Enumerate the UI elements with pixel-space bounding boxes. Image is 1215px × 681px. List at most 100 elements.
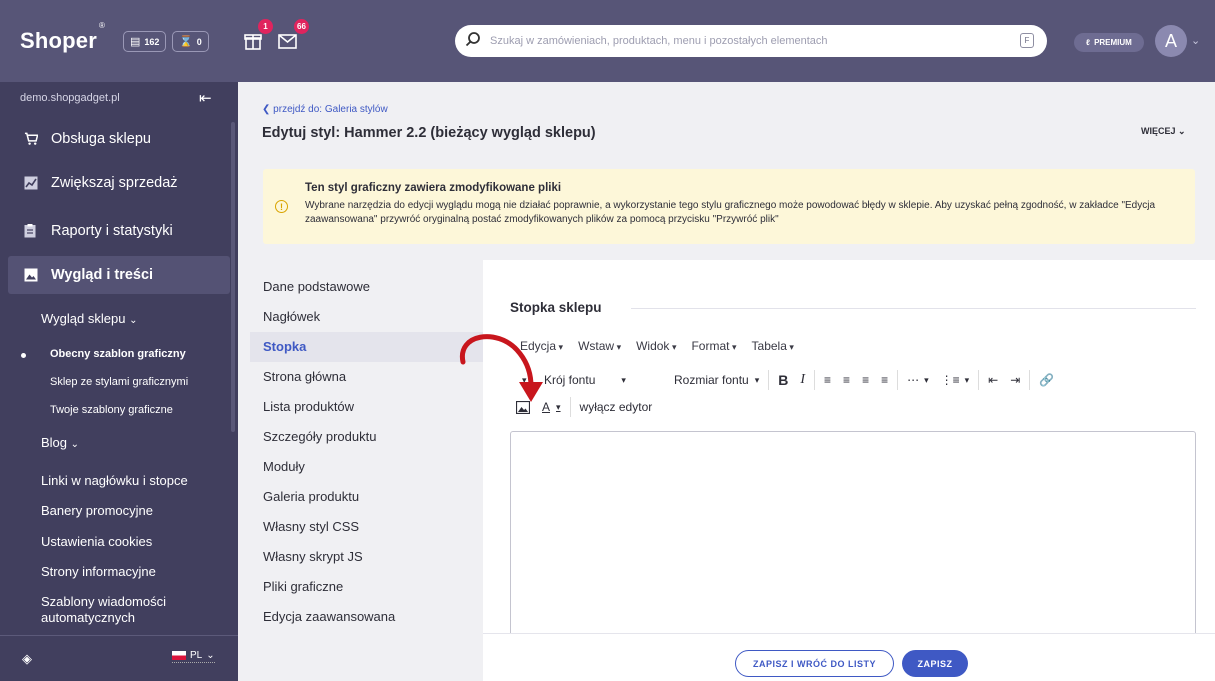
premium-badge[interactable]: ℓ PREMIUM [1074,33,1144,52]
editor-toolbar-row-2: A wyłącz edytor [510,396,658,418]
back-link[interactable]: ❮ przejdź do: Galeria stylów [262,104,388,115]
search-shortcut-key: F [1020,33,1034,48]
style-nav-pliki-graficzne[interactable]: Pliki graficzne [250,572,483,602]
current-indicator-dot [21,353,26,358]
mail-badge: 66 [294,19,309,34]
chart-icon [24,176,38,190]
layers-icon[interactable]: ◈ [22,651,32,667]
sidebar-item-raporty[interactable]: Raporty i statystyki [0,212,230,250]
sidebar-sub-linki[interactable]: Linki w nagłówku i stopce [41,473,188,488]
warning-text: Wybrane narzędzia do edycji wyglądu mogą… [305,200,1156,225]
style-nav-strona-glowna[interactable]: Strona główna [250,362,483,392]
hourglass-icon: ⌛ [179,36,193,48]
menu-edycja[interactable]: Edycja [520,339,563,353]
style-nav-galeria-produktu[interactable]: Galeria produktu [250,482,483,512]
align-left-icon[interactable]: ≡ [818,369,837,391]
bullet-list-icon[interactable]: ⋯ ▾ [901,369,935,391]
sidebar-sub-banery[interactable]: Banery promocyjne [41,503,153,518]
search-icon [465,32,480,47]
chevron-down-icon: ⌄ [1178,126,1186,136]
sidebar-item-wyglad-i-tresci[interactable]: Wygląd i treści [8,256,230,294]
top-bar: Shoper® ▤ 162 ⌛ 0 1 66 F ℓ PREMIUM A ⌄ [0,0,1215,82]
font-family-dropdown[interactable]: Krój fontu ▾ [538,369,668,391]
gift-badge: 1 [258,19,273,34]
menu-widok[interactable]: Widok [636,339,676,353]
pending-counter[interactable]: ⌛ 0 [172,31,209,52]
warning-title: Ten styl graficzny zawiera zmodyfikowane… [305,182,562,194]
page-title: Edytuj styl: Hammer 2.2 (bieżący wygląd … [262,125,596,141]
shoper-logo[interactable]: Shoper® [20,21,105,54]
style-nav: Dane podstawowe Nagłówek Stopka Strona g… [250,272,483,632]
sidebar-sub-cookies[interactable]: Ustawienia cookies [41,534,152,549]
align-right-icon[interactable]: ≡ [856,369,875,391]
sidebar-sub-szablony-wiadomosci[interactable]: Szablony wiadomości automatycznych [41,594,166,626]
align-justify-icon[interactable]: ≡ [875,369,894,391]
sidebar-scrollbar[interactable] [231,122,235,432]
align-center-icon[interactable]: ≡ [837,369,856,391]
style-nav-dane-podstawowe[interactable]: Dane podstawowe [250,272,483,302]
sidebar-item-zwiekszaj-sprzedaz[interactable]: Zwiększaj sprzedaż [0,164,230,202]
avatar[interactable]: A [1155,25,1187,57]
global-search[interactable]: F [455,25,1047,57]
warning-icon: ! [275,200,288,213]
premium-icon: ℓ [1086,38,1091,47]
report-icon [24,224,38,238]
chevron-down-icon: ⌄ [70,439,80,450]
sidebar-sub-twoje-szablony[interactable]: Twoje szablony graficzne [50,404,173,416]
collapse-sidebar-icon[interactable]: ⇤ [199,89,212,107]
more-menu[interactable]: WIĘCEJ ⌄ [1141,126,1186,137]
text-color-button[interactable]: A [536,396,567,418]
menu-wstaw[interactable]: Wstaw [578,339,621,353]
sidebar-sub-blog[interactable]: Blog ⌄ [41,435,79,450]
sidebar-sub-strony[interactable]: Strony informacyjne [41,564,156,579]
chevron-down-icon: ⌄ [129,315,138,326]
sidebar: demo.shopgadget.pl ⇤ Obsługa sklepu Zwię… [0,82,238,681]
warning-banner: ! Ten styl graficzny zawiera zmodyfikowa… [263,169,1195,244]
shop-domain[interactable]: demo.shopgadget.pl [20,92,120,104]
menu-tabela[interactable]: Tabela [752,339,794,353]
style-nav-wlasny-styl-css[interactable]: Własny styl CSS [250,512,483,542]
format-dropdown[interactable] [510,369,538,391]
italic-button[interactable]: I [794,369,811,391]
style-nav-lista-produktow[interactable]: Lista produktów [250,392,483,422]
main-content: ❮ przejdź do: Galeria stylów Edytuj styl… [238,82,1215,681]
sidebar-sub-sklep-ze-stylami[interactable]: Sklep ze stylami graficznymi [50,376,188,388]
mail-icon[interactable] [278,33,297,53]
document-icon: ▤ [130,36,141,48]
style-nav-edycja-zaawansowana[interactable]: Edycja zaawansowana [250,602,483,632]
image-icon [24,268,38,282]
style-nav-moduly[interactable]: Moduły [250,452,483,482]
sidebar-item-obsluga-sklepu[interactable]: Obsługa sklepu [0,120,230,158]
sidebar-footer: ◈ PL ⌄ [0,635,238,681]
link-icon[interactable]: 🔗 [1033,369,1060,391]
chevron-down-icon: ⌄ [206,650,215,661]
style-nav-naglowek[interactable]: Nagłówek [250,302,483,332]
flag-pl-icon [172,651,186,660]
bottom-action-bar: ZAPISZ I WRÓĆ DO LISTY ZAPISZ [483,633,1215,681]
font-size-dropdown[interactable]: Rozmiar fontu [668,369,765,391]
style-nav-stopka[interactable]: Stopka [250,332,483,362]
disable-editor-button[interactable]: wyłącz edytor [574,396,659,418]
sidebar-sub-wyglad-sklepu[interactable]: Wygląd sklepu ⌄ [41,311,137,326]
numbered-list-icon[interactable]: ⋮≡ ▾ [935,369,976,391]
save-button[interactable]: ZAPISZ [902,650,968,677]
cart-icon [24,132,38,146]
search-input[interactable] [490,31,1010,51]
style-nav-szczegoly-produktu[interactable]: Szczegóły produktu [250,422,483,452]
outdent-icon[interactable]: ⇤ [982,369,1004,391]
orders-counter[interactable]: ▤ 162 [123,31,167,52]
style-nav-wlasny-skrypt-js[interactable]: Własny skrypt JS [250,542,483,572]
chevron-down-icon[interactable]: ⌄ [1191,34,1200,47]
chevron-left-icon: ❮ [262,104,274,115]
editor-panel: Stopka sklepu Edycja Wstaw Widok Format … [483,260,1215,681]
indent-icon[interactable]: ⇥ [1004,369,1026,391]
insert-image-icon[interactable] [510,396,536,418]
bold-button[interactable]: B [772,369,794,391]
save-and-back-button[interactable]: ZAPISZ I WRÓĆ DO LISTY [735,650,894,677]
gift-icon[interactable] [244,30,262,54]
sidebar-sub-obecny-szablon[interactable]: Obecny szablon graficzny [50,348,186,360]
editor-toolbar: Krój fontu▾ Rozmiar fontu B I ≡ ≡ ≡ ≡ ⋯ … [510,369,1060,391]
panel-title: Stopka sklepu [510,300,602,315]
menu-format[interactable]: Format [691,339,736,353]
language-selector[interactable]: PL ⌄ [172,650,215,663]
